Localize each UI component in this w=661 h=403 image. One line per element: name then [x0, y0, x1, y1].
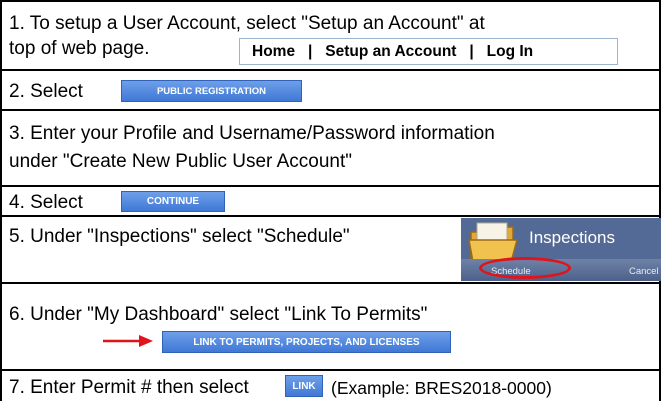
continue-button[interactable]: CONTINUE — [121, 191, 225, 212]
step-1-row: 1. To setup a User Account, select "Setu… — [2, 2, 659, 71]
step-2-row: 2. Select PUBLIC REGISTRATION — [2, 71, 659, 111]
public-registration-button[interactable]: PUBLIC REGISTRATION — [121, 80, 302, 102]
site-nav-bar: Home | Setup an Account | Log In — [239, 38, 618, 65]
nav-login-link[interactable]: Log In — [487, 43, 534, 61]
cancel-link[interactable]: Cancel — [629, 266, 659, 277]
arrow-right-icon — [103, 335, 153, 347]
nav-home-link[interactable]: Home — [252, 43, 295, 61]
inspections-title: Inspections — [529, 228, 615, 247]
instructions-table: 1. To setup a User Account, select "Setu… — [0, 0, 661, 401]
step-4-text: 4. Select — [9, 192, 83, 213]
step-4-row: 4. Select CONTINUE — [2, 187, 659, 217]
nav-setup-account-link[interactable]: Setup an Account — [325, 43, 456, 61]
step-6-row: 6. Under "My Dashboard" select "Link To … — [2, 284, 659, 371]
inspections-panel: Inspections Schedule Cancel — [461, 218, 661, 281]
step-7-text: 7. Enter Permit # then select — [9, 377, 249, 398]
step-7-example: (Example: BRES2018-0000) — [331, 378, 552, 398]
step-5-row: 5. Under "Inspections" select "Schedule"… — [2, 217, 661, 284]
nav-separator: | — [295, 42, 326, 60]
step-1-text-line2: top of web page. — [9, 38, 150, 59]
step-1-text-line1: 1. To setup a User Account, select "Setu… — [9, 13, 485, 34]
step-3-row: 3. Enter your Profile and Username/Passw… — [2, 111, 659, 187]
step-2-text: 2. Select — [9, 81, 83, 102]
link-button[interactable]: LINK — [285, 375, 323, 397]
step-3-text-line2: under "Create New Public User Account" — [9, 151, 352, 172]
schedule-highlight-circle — [479, 257, 571, 279]
nav-separator: | — [456, 42, 487, 60]
link-to-permits-button[interactable]: LINK TO PERMITS, PROJECTS, AND LICENSES — [162, 331, 451, 353]
step-5-text: 5. Under "Inspections" select "Schedule" — [9, 226, 350, 247]
step-7-row: 7. Enter Permit # then select LINK (Exam… — [2, 371, 659, 403]
step-6-text: 6. Under "My Dashboard" select "Link To … — [9, 304, 428, 325]
step-3-text-line1: 3. Enter your Profile and Username/Passw… — [9, 123, 495, 144]
